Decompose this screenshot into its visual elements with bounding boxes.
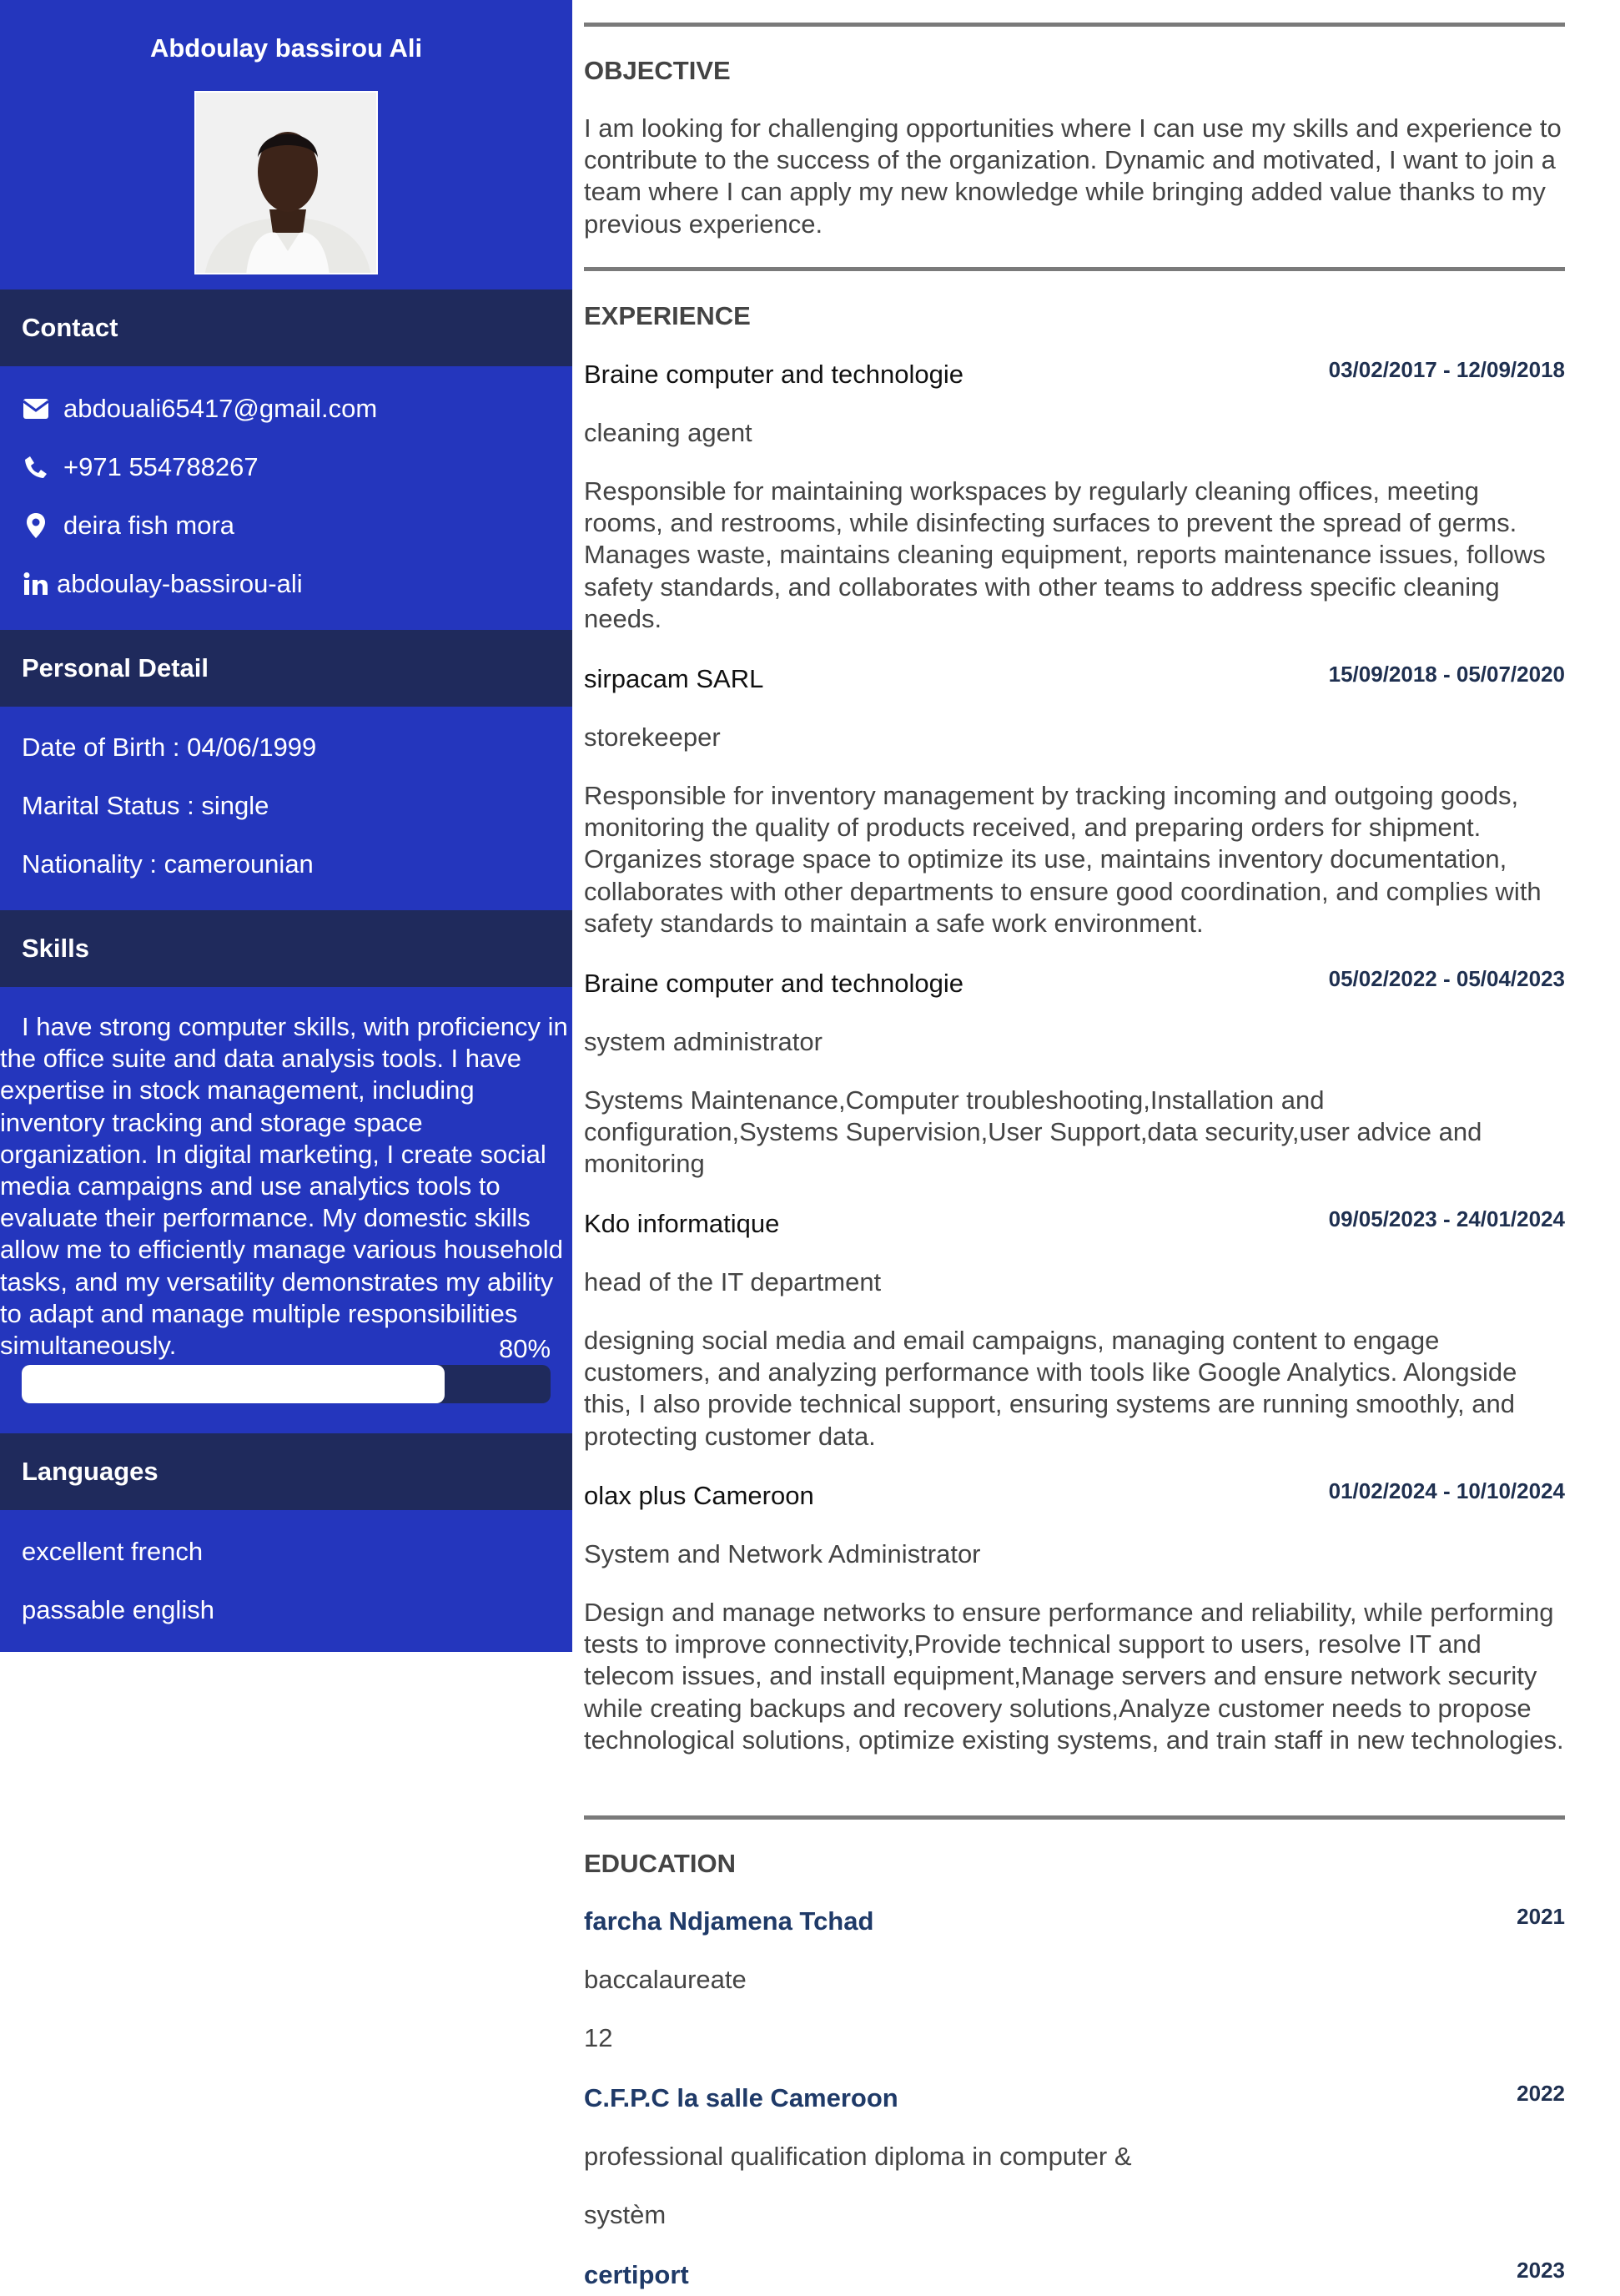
education-degree: baccalaureate bbox=[584, 1965, 747, 1994]
skills-description: I have strong computer skills, with prof… bbox=[0, 1012, 568, 1361]
skill-progress-fill bbox=[22, 1365, 445, 1403]
experience-title: EXPERIENCE bbox=[584, 301, 751, 330]
education-degree: professional qualification diploma in co… bbox=[584, 2142, 1132, 2171]
email-text: abdouali65417@gmail.com bbox=[63, 394, 378, 423]
skills-percent: 80% bbox=[499, 1334, 551, 1363]
job-company: olax plus Cameroon bbox=[584, 1481, 814, 1510]
contact-linkedin[interactable]: abdoulay-bassirou-ali bbox=[22, 569, 303, 599]
job-description: Responsible for inventory management by … bbox=[584, 781, 1542, 938]
personal-detail-header: Personal Detail bbox=[0, 630, 572, 707]
education-year: 2021 bbox=[1517, 1904, 1565, 1929]
job-company: sirpacam SARL bbox=[584, 664, 764, 693]
skills-header: Skills bbox=[0, 910, 572, 987]
contact-address: deira fish mora bbox=[22, 511, 234, 541]
language-item: excellent french bbox=[22, 1537, 204, 1566]
job-role: System and Network Administrator bbox=[584, 1539, 981, 1568]
job-dates: 03/02/2017 - 12/09/2018 bbox=[1328, 357, 1565, 382]
linkedin-text: abdoulay-bassirou-ali bbox=[57, 569, 303, 598]
job-dates: 01/02/2024 - 10/10/2024 bbox=[1328, 1478, 1565, 1503]
skill-progress-bar bbox=[22, 1365, 551, 1403]
contact-title: Contact bbox=[22, 313, 118, 342]
personal-detail-title: Personal Detail bbox=[22, 653, 209, 682]
contact-phone[interactable]: +971 554788267 bbox=[22, 452, 259, 482]
education-detail: systèm bbox=[584, 2200, 667, 2229]
nationality: Nationality : camerounian bbox=[22, 849, 314, 879]
job-role: storekeeper bbox=[584, 723, 721, 752]
job-dates: 15/09/2018 - 05/07/2020 bbox=[1328, 662, 1565, 687]
divider bbox=[584, 23, 1565, 27]
objective-text: I am looking for challenging opportuniti… bbox=[584, 113, 1562, 239]
candidate-name: Abdoulay bassirou Ali bbox=[149, 33, 423, 63]
linkedin-icon bbox=[22, 570, 50, 598]
phone-icon bbox=[22, 453, 50, 481]
contact-email[interactable]: abdouali65417@gmail.com bbox=[22, 394, 377, 424]
education-year: 2022 bbox=[1517, 2081, 1565, 2106]
job-company: Kdo informatique bbox=[584, 1209, 780, 1238]
job-dates: 09/05/2023 - 24/01/2024 bbox=[1328, 1206, 1565, 1231]
job-role: head of the IT department bbox=[584, 1267, 882, 1297]
phone-text: +971 554788267 bbox=[63, 452, 259, 481]
divider bbox=[584, 1815, 1565, 1820]
education-year: 2023 bbox=[1517, 2258, 1565, 2283]
school-name: C.F.P.C la salle Cameroon bbox=[584, 2083, 898, 2112]
job-company: Braine computer and technologie bbox=[584, 360, 963, 389]
languages-header: Languages bbox=[0, 1433, 572, 1510]
divider bbox=[584, 267, 1565, 271]
language-item: passable english bbox=[22, 1595, 214, 1624]
sidebar: Abdoulay bassirou Ali Contact abdouali65… bbox=[0, 0, 572, 1652]
objective-title: OBJECTIVE bbox=[584, 56, 731, 85]
job-description: Design and manage networks to ensure per… bbox=[584, 1598, 1564, 1755]
job-role: system administrator bbox=[584, 1027, 823, 1056]
languages-title: Languages bbox=[22, 1457, 158, 1486]
job-dates: 05/02/2022 - 05/04/2023 bbox=[1328, 966, 1565, 991]
contact-header: Contact bbox=[0, 290, 572, 366]
job-role: cleaning agent bbox=[584, 418, 752, 447]
job-description: designing social media and email campaig… bbox=[584, 1326, 1517, 1451]
education-detail: 12 bbox=[584, 2023, 613, 2052]
job-description: Systems Maintenance,Computer troubleshoo… bbox=[584, 1085, 1482, 1179]
profile-photo bbox=[194, 91, 378, 274]
address-text: deira fish mora bbox=[63, 511, 235, 540]
skills-title: Skills bbox=[22, 934, 89, 963]
envelope-icon bbox=[22, 395, 50, 423]
marital-status: Marital Status : single bbox=[22, 791, 269, 820]
map-pin-icon bbox=[22, 511, 50, 540]
school-name: farcha Ndjamena Tchad bbox=[584, 1906, 874, 1936]
job-company: Braine computer and technologie bbox=[584, 969, 963, 998]
school-name: certiport bbox=[584, 2260, 689, 2289]
date-of-birth: Date of Birth : 04/06/1999 bbox=[22, 733, 317, 762]
job-description: Responsible for maintaining workspaces b… bbox=[584, 476, 1546, 633]
education-title: EDUCATION bbox=[584, 1849, 736, 1878]
